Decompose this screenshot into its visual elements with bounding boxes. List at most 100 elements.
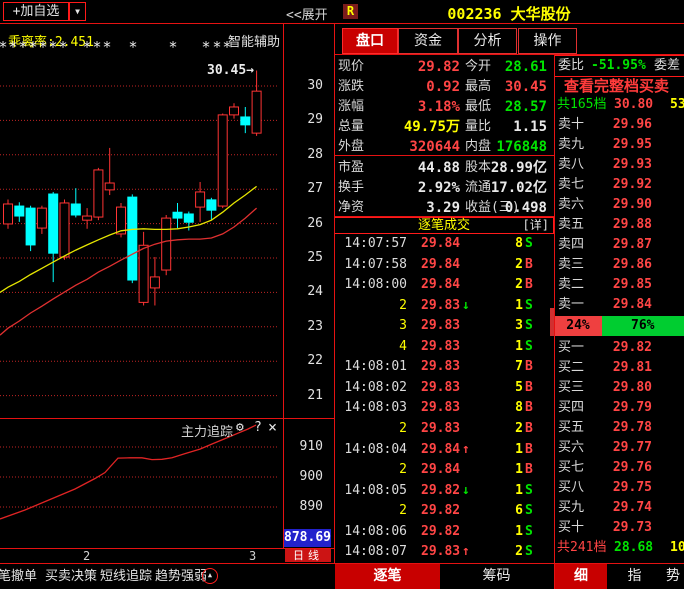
buy-level-label: 买一	[558, 338, 584, 358]
svg-text:*: *	[102, 38, 111, 56]
buy-level-price: 29.82	[606, 338, 652, 358]
tab-盘口[interactable]: 盘口	[342, 28, 398, 54]
period-selector[interactable]: 日线	[285, 549, 331, 562]
subchart-line[interactable]	[0, 419, 283, 548]
quote-value: 176848	[480, 137, 547, 157]
buy-level-label: 买七	[558, 458, 584, 478]
tick-list-title: 逐笔成交	[335, 218, 553, 233]
sell-level-label: 卖二	[558, 275, 584, 295]
bottom-tool-2[interactable]: 买卖决策	[45, 564, 97, 589]
tick-time: 2	[334, 419, 407, 440]
tick-volume: 1	[484, 440, 523, 461]
subchart-axis-label: 900	[283, 469, 323, 485]
divider	[334, 155, 554, 156]
tick-volume: 7	[484, 357, 523, 378]
svg-text:*: *	[92, 38, 101, 56]
buy-level-price: 29.73	[606, 518, 652, 538]
quote-row: 现价29.82今开28.61	[334, 57, 554, 77]
sell-level: 卖三29.86	[554, 255, 684, 275]
svg-text:*: *	[38, 38, 47, 56]
trading-app-window: +加自选 ▼ <<展开 002236 大华股份 R 乖离率:2.451 智能辅助…	[0, 0, 684, 589]
tab-分析[interactable]: 分析	[458, 28, 517, 54]
tick-volume: 1	[484, 460, 523, 481]
tab-筹码[interactable]: 筹码	[441, 564, 552, 589]
bottom-tool-4[interactable]: 趋势强弱	[155, 564, 207, 589]
price-axis-label: 29	[283, 112, 323, 128]
svg-text:*: *	[212, 38, 221, 56]
quote-row: 总量49.75万量比1.15	[334, 117, 554, 137]
tick-row: 229.841B	[334, 460, 554, 481]
collapse-panel-button[interactable]: <<展开	[286, 4, 328, 23]
quote-row: 涨跌0.92最高30.45	[334, 77, 554, 97]
weibi-label: 委比	[558, 56, 584, 76]
tick-time: 2	[334, 460, 407, 481]
buy-level-price: 29.77	[606, 438, 652, 458]
tick-price: 29.83	[421, 378, 460, 399]
help-icon[interactable]: ?	[254, 420, 262, 435]
quote-value: 0.498	[480, 198, 547, 218]
sell-level-price: 29.86	[606, 255, 652, 275]
tick-time: 3	[334, 316, 407, 337]
bottom-tool-3[interactable]: 短线追踪	[100, 564, 152, 589]
price-axis-label: 22	[283, 353, 323, 369]
sell-level: 卖九29.95	[554, 135, 684, 155]
stock-title: 002236 大华股份	[334, 3, 684, 24]
tick-row: 229.832B	[334, 419, 554, 440]
buy-level-price: 29.76	[606, 458, 652, 478]
sell-level: 卖十29.96	[554, 115, 684, 135]
add-watchlist-button[interactable]: +加自选	[3, 2, 69, 21]
buy-level: 买八29.75	[554, 478, 684, 498]
quote-label: 市盈	[338, 158, 364, 178]
buy-level-label: 买十	[558, 518, 584, 538]
tick-time: 14:08:01	[334, 357, 407, 378]
tick-price: 29.84	[421, 255, 460, 276]
quote-grid: 现价29.82今开28.61涨跌0.92最高30.45涨幅3.18%最低28.5…	[334, 55, 554, 216]
tick-price: 29.83	[421, 542, 460, 563]
gear-icon[interactable]: ⚙	[236, 420, 244, 435]
tab-资金[interactable]: 资金	[398, 28, 458, 54]
buy-level: 买五29.78	[554, 418, 684, 438]
expand-up-button[interactable]: ▲	[202, 568, 218, 584]
bottom-tool-1[interactable]: 笔撤单	[0, 564, 37, 589]
quote-value: 30.45	[480, 77, 547, 97]
svg-text:*: *	[28, 38, 37, 56]
tick-price: 29.83	[421, 337, 460, 358]
sell-level: 卖五29.88	[554, 215, 684, 235]
view-full-book-link[interactable]: 查看完整档买卖	[554, 77, 684, 95]
tick-row: 429.831S	[334, 337, 554, 358]
svg-text:*: *	[18, 38, 27, 56]
quote-value: 320644	[370, 137, 460, 157]
weibi-value: -51.95%	[591, 56, 646, 76]
buy-ratio-label: 76%	[631, 316, 654, 336]
quote-label: 总量	[338, 117, 364, 137]
quote-label: 换手	[338, 178, 364, 198]
divider	[0, 23, 684, 24]
divider	[554, 55, 555, 589]
weicha-label: 委差	[654, 56, 680, 76]
sell-level-price: 29.96	[606, 115, 652, 135]
buy-level-price: 29.75	[606, 478, 652, 498]
close-icon[interactable]: ×	[268, 418, 277, 436]
tab-操作[interactable]: 操作	[518, 28, 577, 54]
tab-逐笔[interactable]: 逐笔	[335, 564, 440, 589]
tab-指[interactable]: 指	[608, 564, 661, 589]
candlestick-chart[interactable]: ***************30.45→	[0, 24, 283, 418]
tab-细[interactable]: 细	[555, 564, 607, 589]
tick-detail-link[interactable]: [详]	[523, 218, 549, 233]
buy-level-price: 29.74	[606, 498, 652, 518]
buy-level-label: 买五	[558, 418, 584, 438]
tick-side: B	[525, 357, 533, 378]
svg-text:30.45→: 30.45→	[207, 63, 254, 78]
tick-side: B	[525, 398, 533, 419]
buy-level: 买二29.81	[554, 358, 684, 378]
subchart-title: 主力追踪	[181, 421, 233, 440]
tick-price: 29.84	[421, 440, 460, 461]
buy-summary-price: 28.68	[614, 538, 653, 558]
watchlist-dropdown-button[interactable]: ▼	[69, 2, 86, 21]
quote-value: 49.75万	[370, 117, 460, 137]
tick-row: 14:08:0729.83↑2S	[334, 542, 554, 563]
tab-势[interactable]: 势	[662, 564, 684, 589]
svg-text:*: *	[48, 38, 57, 56]
price-axis-label: 24	[283, 284, 323, 300]
tick-row: 229.83↓1S	[334, 296, 554, 317]
